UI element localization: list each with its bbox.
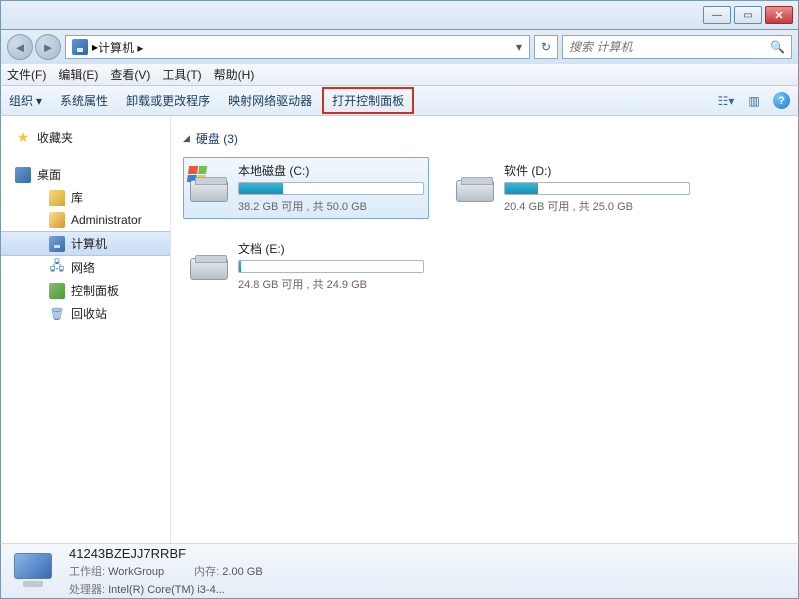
sidebar-desktop[interactable]: 桌面 bbox=[1, 163, 170, 186]
drive-stats: 38.2 GB 可用 , 共 50.0 GB bbox=[238, 198, 424, 214]
capacity-bar bbox=[238, 260, 424, 273]
address-bar[interactable]: ▸ 计算机 ▸ ▾ bbox=[65, 35, 530, 59]
address-row: ◄ ► ▸ 计算机 ▸ ▾ ↻ 🔍 bbox=[0, 30, 799, 64]
processor-label: 处理器: bbox=[69, 584, 105, 596]
sidebar-item-label: 桌面 bbox=[37, 166, 61, 183]
main-area: ★ 收藏夹 桌面 库 Administrator 计算机 bbox=[0, 116, 799, 543]
computer-icon bbox=[72, 39, 88, 55]
drive-label: 软件 (D:) bbox=[504, 162, 690, 179]
capacity-bar bbox=[504, 182, 690, 195]
content-pane: ◢ 硬盘 (3) 本地磁盘 (C:) 38.2 GB 可用 , 共 50.0 G… bbox=[171, 116, 798, 543]
drive-d[interactable]: 软件 (D:) 20.4 GB 可用 , 共 25.0 GB bbox=[449, 157, 695, 219]
drive-e[interactable]: 文档 (E:) 24.8 GB 可用 , 共 24.9 GB bbox=[183, 235, 429, 297]
drive-label: 本地磁盘 (C:) bbox=[238, 162, 424, 179]
breadcrumb[interactable]: 计算机 ▸ bbox=[98, 39, 511, 56]
toolbar: 组织 ▾ 系统属性 卸载或更改程序 映射网络驱动器 打开控制面板 ☷ ▾ ▥ ? bbox=[0, 86, 799, 116]
hdd-icon bbox=[188, 240, 230, 282]
menu-bar: 文件(F) 编辑(E) 查看(V) 工具(T) 帮助(H) bbox=[0, 64, 799, 86]
maximize-button[interactable]: ▭ bbox=[734, 6, 762, 24]
sidebar-control-panel[interactable]: 控制面板 bbox=[1, 279, 170, 302]
drive-label: 文档 (E:) bbox=[238, 240, 424, 257]
navigation-pane: ★ 收藏夹 桌面 库 Administrator 计算机 bbox=[1, 116, 171, 543]
nav-forward-button[interactable]: ► bbox=[35, 34, 61, 60]
sidebar-item-label: 网络 bbox=[71, 259, 95, 276]
recycle-bin-icon: 🗑 bbox=[49, 306, 65, 322]
uninstall-button[interactable]: 卸载或更改程序 bbox=[126, 92, 210, 109]
section-hard-disks[interactable]: ◢ 硬盘 (3) bbox=[183, 130, 786, 147]
chevron-down-icon: ▾ bbox=[36, 94, 42, 108]
title-bar: — ▭ ✕ bbox=[0, 0, 799, 30]
map-drive-button[interactable]: 映射网络驱动器 bbox=[228, 92, 312, 109]
computer-name: 41243BZEJJ7RRBF bbox=[69, 546, 263, 561]
drive-stats: 20.4 GB 可用 , 共 25.0 GB bbox=[504, 198, 690, 214]
sidebar-recycle-bin[interactable]: 🗑 回收站 bbox=[1, 302, 170, 325]
close-button[interactable]: ✕ bbox=[765, 6, 793, 24]
sidebar-administrator[interactable]: Administrator bbox=[1, 209, 170, 231]
search-icon[interactable]: 🔍 bbox=[770, 40, 785, 54]
computer-icon bbox=[49, 236, 65, 252]
drive-list: 本地磁盘 (C:) 38.2 GB 可用 , 共 50.0 GB 软件 (D:)… bbox=[183, 157, 786, 297]
capacity-bar bbox=[238, 182, 424, 195]
view-mode-button[interactable]: ☷ ▾ bbox=[717, 93, 735, 109]
details-pane: 41243BZEJJ7RRBF 工作组: WorkGroup 内存: 2.00 … bbox=[0, 543, 799, 599]
search-box[interactable]: 🔍 bbox=[562, 35, 792, 59]
memory-label: 内存: bbox=[194, 566, 219, 578]
refresh-button[interactable]: ↻ bbox=[534, 35, 558, 59]
sidebar-favorites[interactable]: ★ 收藏夹 bbox=[1, 126, 170, 149]
sidebar-item-label: 回收站 bbox=[71, 305, 107, 322]
sidebar-item-label: 库 bbox=[71, 189, 83, 206]
workgroup-value: WorkGroup bbox=[108, 566, 164, 578]
workgroup-label: 工作组: bbox=[69, 566, 105, 578]
search-input[interactable] bbox=[569, 40, 770, 54]
preview-pane-button[interactable]: ▥ bbox=[745, 93, 763, 109]
libraries-icon bbox=[49, 190, 65, 206]
sidebar-item-label: Administrator bbox=[71, 213, 142, 227]
user-icon bbox=[49, 212, 65, 228]
network-icon: 🖧 bbox=[49, 260, 65, 276]
star-icon: ★ bbox=[15, 130, 31, 146]
menu-tools[interactable]: 工具(T) bbox=[162, 66, 201, 83]
chevron-down-icon: ◢ bbox=[183, 133, 190, 144]
sidebar-item-label: 收藏夹 bbox=[37, 129, 73, 146]
section-label: 硬盘 (3) bbox=[196, 130, 238, 147]
control-panel-icon bbox=[49, 283, 65, 299]
hdd-icon bbox=[454, 162, 496, 204]
computer-large-icon bbox=[11, 551, 55, 591]
sidebar-item-label: 控制面板 bbox=[71, 282, 119, 299]
processor-value: Intel(R) Core(TM) i3-4... bbox=[108, 584, 225, 596]
sidebar-network[interactable]: 🖧 网络 bbox=[1, 256, 170, 279]
hdd-icon bbox=[188, 162, 230, 204]
memory-value: 2.00 GB bbox=[222, 566, 262, 578]
system-properties-button[interactable]: 系统属性 bbox=[60, 92, 108, 109]
desktop-icon bbox=[15, 167, 31, 183]
nav-back-button[interactable]: ◄ bbox=[7, 34, 33, 60]
drive-c[interactable]: 本地磁盘 (C:) 38.2 GB 可用 , 共 50.0 GB bbox=[183, 157, 429, 219]
drive-stats: 24.8 GB 可用 , 共 24.9 GB bbox=[238, 276, 424, 292]
organize-button[interactable]: 组织 ▾ bbox=[9, 92, 42, 109]
help-icon[interactable]: ? bbox=[773, 92, 790, 109]
menu-edit[interactable]: 编辑(E) bbox=[58, 66, 98, 83]
menu-view[interactable]: 查看(V) bbox=[110, 66, 150, 83]
sidebar-computer[interactable]: 计算机 bbox=[1, 231, 170, 256]
menu-help[interactable]: 帮助(H) bbox=[214, 66, 255, 83]
open-control-panel-button[interactable]: 打开控制面板 bbox=[322, 87, 414, 114]
menu-file[interactable]: 文件(F) bbox=[7, 66, 46, 83]
sidebar-item-label: 计算机 bbox=[71, 235, 107, 252]
sidebar-libraries[interactable]: 库 bbox=[1, 186, 170, 209]
minimize-button[interactable]: — bbox=[703, 6, 731, 24]
address-dropdown[interactable]: ▾ bbox=[511, 40, 527, 54]
